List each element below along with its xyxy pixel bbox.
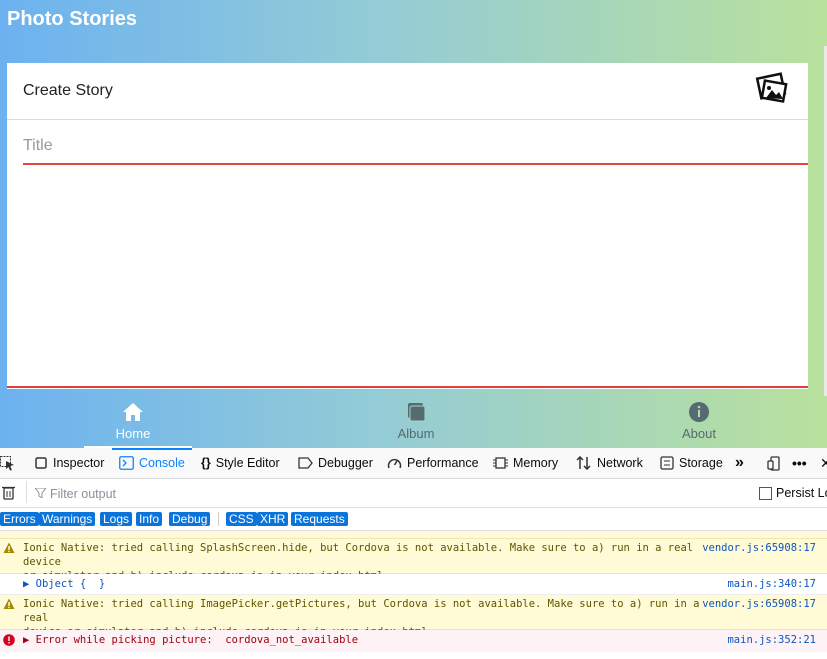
album-icon <box>408 403 426 422</box>
tab-memory[interactable]: Memory <box>493 448 558 478</box>
divider <box>218 512 219 526</box>
tab-memory-label: Memory <box>513 456 559 470</box>
filter-warnings[interactable]: Warnings <box>39 512 96 526</box>
tab-performance[interactable]: Performance <box>387 448 479 478</box>
error-icon <box>3 634 15 646</box>
filter-requests[interactable]: Requests <box>291 512 348 526</box>
card-header: Create Story <box>7 63 808 120</box>
more-tabs-chevron-icon[interactable]: » <box>735 448 744 478</box>
checkbox-box[interactable] <box>759 486 772 500</box>
console-message-source-link[interactable]: main.js:340:17 <box>727 577 816 591</box>
tab-network[interactable]: Network <box>576 448 643 478</box>
tab-album-label: Album <box>397 426 435 441</box>
filter-logs[interactable]: Logs <box>100 512 133 526</box>
home-icon <box>123 403 143 421</box>
console-message-warning: Ionic Native: tried calling ImagePicker.… <box>0 595 827 638</box>
tab-storage[interactable]: Storage <box>660 448 723 478</box>
element-picker-icon[interactable] <box>0 456 15 471</box>
console-filter-bar: Persist Logs <box>0 479 827 508</box>
console-message-log[interactable]: ▶ Object { } main.js:340:17 <box>0 574 827 595</box>
console-message-error[interactable]: ▶ Error while picking picture: cordova_n… <box>0 630 827 652</box>
console-message-text[interactable]: ▶ Object { } <box>23 577 703 591</box>
tab-network-label: Network <box>597 456 643 470</box>
tab-performance-label: Performance <box>407 456 479 470</box>
tab-inspector-label: Inspector <box>53 456 105 470</box>
console-message-text[interactable]: ▶ Error while picking picture: cordova_n… <box>23 633 703 647</box>
console-message-truncated <box>0 531 827 539</box>
tab-home[interactable]: Home <box>95 393 171 448</box>
tab-debugger-label: Debugger <box>318 456 373 470</box>
tab-debugger[interactable]: Debugger <box>298 448 373 478</box>
tab-style-editor-label: Style Editor <box>215 456 280 470</box>
tab-style-editor[interactable]: {} Style Editor <box>201 448 280 478</box>
memory-icon <box>493 457 508 469</box>
style-editor-icon: {} <box>201 456 211 470</box>
console-message-source-link[interactable]: vendor.js:65908:17 <box>702 597 816 611</box>
console-message-source-link[interactable]: vendor.js:65908:17 <box>702 541 816 555</box>
divider <box>26 481 27 503</box>
performance-icon <box>387 458 402 469</box>
tab-home-label: Home <box>115 426 151 441</box>
warning-icon <box>3 598 15 609</box>
tab-console[interactable]: Console <box>119 448 185 478</box>
debugger-icon <box>298 457 313 469</box>
close-icon[interactable]: ✕ <box>820 448 827 478</box>
filter-info[interactable]: Info <box>136 512 163 526</box>
console-icon <box>119 456 134 470</box>
console-message-source-link[interactable]: main.js:352:21 <box>727 633 816 647</box>
card-title: Create Story <box>23 82 113 99</box>
meatball-menu-icon[interactable]: ••• <box>792 448 807 478</box>
responsive-design-icon[interactable] <box>767 456 783 471</box>
devtools-toolbar: Inspector Console {} Style Editor Debugg… <box>0 448 827 479</box>
tab-storage-label: Storage <box>679 456 723 470</box>
app-title: Photo Stories <box>7 8 138 30</box>
filter-debug[interactable]: Debug <box>169 512 211 526</box>
filter-css[interactable]: CSS <box>226 512 257 526</box>
tab-about-label: About <box>682 426 716 441</box>
info-icon <box>689 402 709 422</box>
tab-inspector[interactable]: Inspector <box>34 448 104 478</box>
warning-icon <box>3 542 15 553</box>
app-viewport: Photo Stories Create Story Home <box>0 0 827 448</box>
filter-errors[interactable]: Errors <box>0 512 39 526</box>
tab-album[interactable]: Album <box>378 393 454 448</box>
active-tab-underline <box>112 448 192 450</box>
pictures-icon[interactable] <box>753 72 791 110</box>
devtools-panel: Inspector Console {} Style Editor Debugg… <box>0 448 827 659</box>
console-message-warning: Ionic Native: tried calling SplashScreen… <box>0 539 827 582</box>
trash-icon[interactable] <box>2 485 15 500</box>
tab-about[interactable]: About <box>661 393 737 448</box>
title-input[interactable] <box>23 129 808 165</box>
content-underline <box>7 386 808 388</box>
persist-logs-checkbox[interactable]: Persist Logs <box>759 486 827 500</box>
tab-bar: Home Album About <box>0 393 827 448</box>
storage-icon <box>660 456 674 470</box>
create-story-card: Create Story <box>7 63 808 389</box>
persist-logs-label: Persist Logs <box>776 486 827 500</box>
network-icon <box>576 456 591 470</box>
filter-output-input[interactable] <box>36 483 432 505</box>
tab-console-label: Console <box>139 456 185 470</box>
log-level-filters: Errors Warnings Logs Info Debug CSS XHR … <box>0 508 827 531</box>
inspector-icon <box>35 457 47 469</box>
filter-xhr[interactable]: XHR <box>257 512 289 526</box>
